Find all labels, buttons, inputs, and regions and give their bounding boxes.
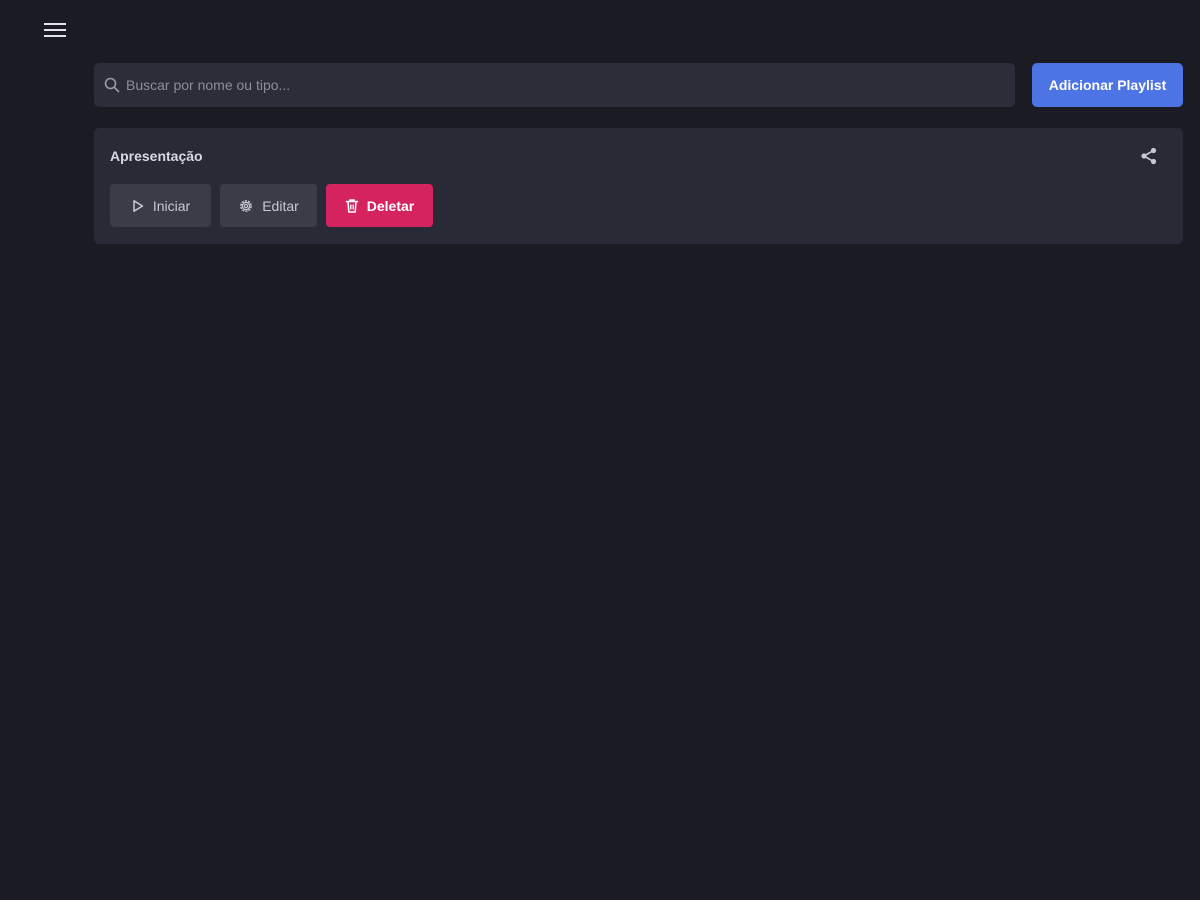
gear-icon (238, 198, 254, 214)
share-icon[interactable] (1139, 146, 1159, 166)
playlist-page: Adicionar Playlist Apresentação Iniciar (0, 0, 1200, 900)
search-icon (104, 76, 122, 94)
edit-button-label: Editar (262, 197, 299, 214)
edit-button[interactable]: Editar (220, 184, 317, 227)
trash-icon (345, 198, 359, 214)
hamburger-menu-icon[interactable] (40, 18, 70, 42)
playlist-card: Apresentação Iniciar Editar Deletar (94, 128, 1183, 244)
search-input[interactable] (124, 64, 988, 106)
search-bar[interactable] (94, 63, 1015, 107)
start-button[interactable]: Iniciar (110, 184, 211, 227)
playlist-title: Apresentação (110, 148, 203, 164)
add-playlist-button[interactable]: Adicionar Playlist (1032, 63, 1183, 107)
start-button-label: Iniciar (152, 197, 191, 214)
delete-button-label: Deletar (366, 197, 415, 214)
playlist-actions: Iniciar Editar Deletar (110, 184, 433, 227)
delete-button[interactable]: Deletar (326, 184, 433, 227)
play-icon (131, 199, 145, 213)
